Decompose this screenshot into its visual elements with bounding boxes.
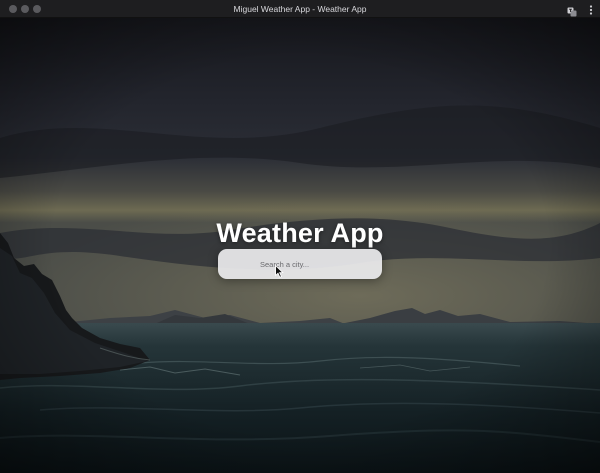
page-title: Weather App <box>216 218 384 249</box>
search-input[interactable] <box>218 249 382 279</box>
search-box[interactable] <box>218 249 382 279</box>
mouse-pointer-icon <box>275 264 284 278</box>
browser-window: Miguel Weather App - Weather App Weather… <box>0 0 600 473</box>
more-vertical-icon[interactable] <box>588 3 594 15</box>
translate-icon[interactable] <box>567 4 577 17</box>
window-title: Miguel Weather App - Weather App <box>233 4 367 14</box>
title-bar: Miguel Weather App - Weather App <box>0 0 600 18</box>
